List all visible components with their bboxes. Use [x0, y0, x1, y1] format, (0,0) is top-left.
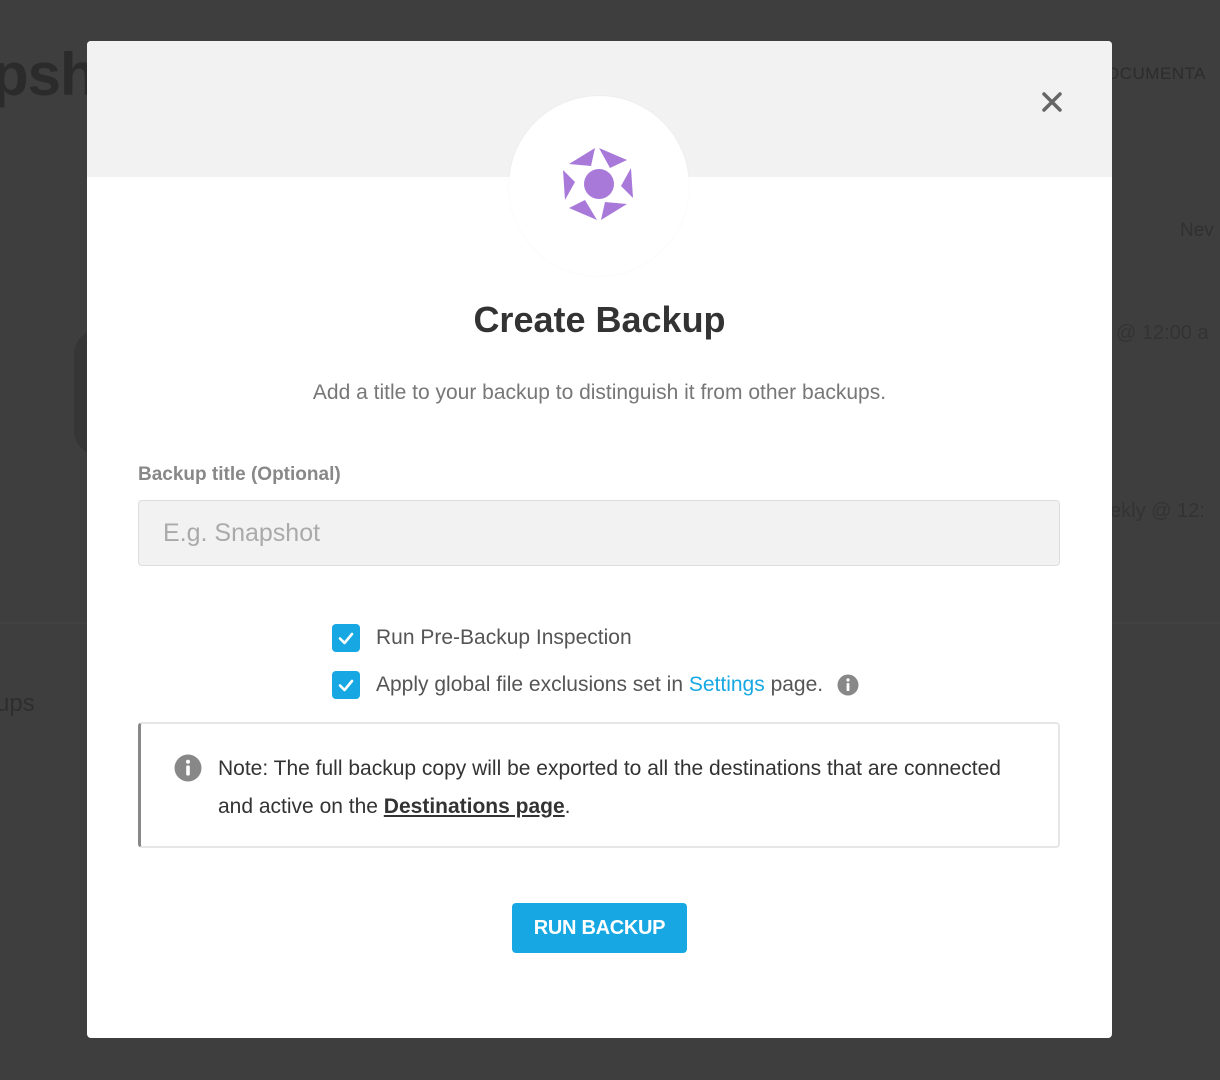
note-text-before: Note: The full backup copy will be expor… — [218, 757, 1001, 818]
checkmark-icon — [338, 679, 354, 692]
background-documentation-link: OCUMENTA — [1106, 64, 1207, 83]
global-exclusions-text-before: Apply global file exclusions set in — [376, 673, 689, 696]
destinations-note: Note: The full backup copy will be expor… — [138, 722, 1060, 848]
modal-title: Create Backup — [473, 299, 726, 340]
note-text-after: . — [564, 795, 571, 818]
background-page-title: psh — [0, 41, 97, 108]
create-backup-modal: Create Backup Add a title to your backup… — [87, 41, 1112, 1038]
pre-backup-inspection-label: Run Pre-Backup Inspection — [376, 626, 632, 649]
note-text: Note: The full backup copy will be expor… — [218, 750, 1038, 826]
global-exclusions-text-after: page. — [764, 673, 824, 696]
global-exclusions-checkbox[interactable] — [332, 671, 360, 699]
logo-container — [509, 96, 689, 276]
modal-subtitle: Add a title to your backup to distinguis… — [312, 381, 887, 404]
background-column-header: Nev — [1180, 220, 1214, 241]
info-icon — [174, 754, 202, 782]
global-exclusions-label: Apply global file exclusions set in Sett… — [376, 673, 823, 697]
background-section-title: ups — [0, 690, 35, 717]
checkmark-icon — [338, 632, 354, 645]
background-schedule-2: ekly @ 12: — [1110, 500, 1205, 522]
close-icon[interactable] — [1035, 85, 1069, 119]
close-button[interactable] — [1035, 85, 1069, 119]
destinations-page-link[interactable]: Destinations page — [384, 795, 565, 818]
settings-link[interactable]: Settings — [689, 673, 765, 696]
snapshot-logo-icon — [563, 148, 633, 220]
run-backup-button[interactable]: RUN BACKUP — [512, 903, 687, 953]
backup-title-input[interactable] — [138, 500, 1060, 566]
pre-backup-inspection-checkbox[interactable] — [332, 624, 360, 652]
info-icon[interactable] — [837, 674, 859, 696]
option-pre-backup-inspection[interactable]: Run Pre-Backup Inspection — [332, 624, 632, 652]
option-global-exclusions[interactable]: Apply global file exclusions set in Sett… — [332, 671, 859, 699]
backup-title-label: Backup title (Optional) — [138, 464, 341, 485]
background-schedule-1: l @ 12:00 a — [1106, 322, 1209, 344]
